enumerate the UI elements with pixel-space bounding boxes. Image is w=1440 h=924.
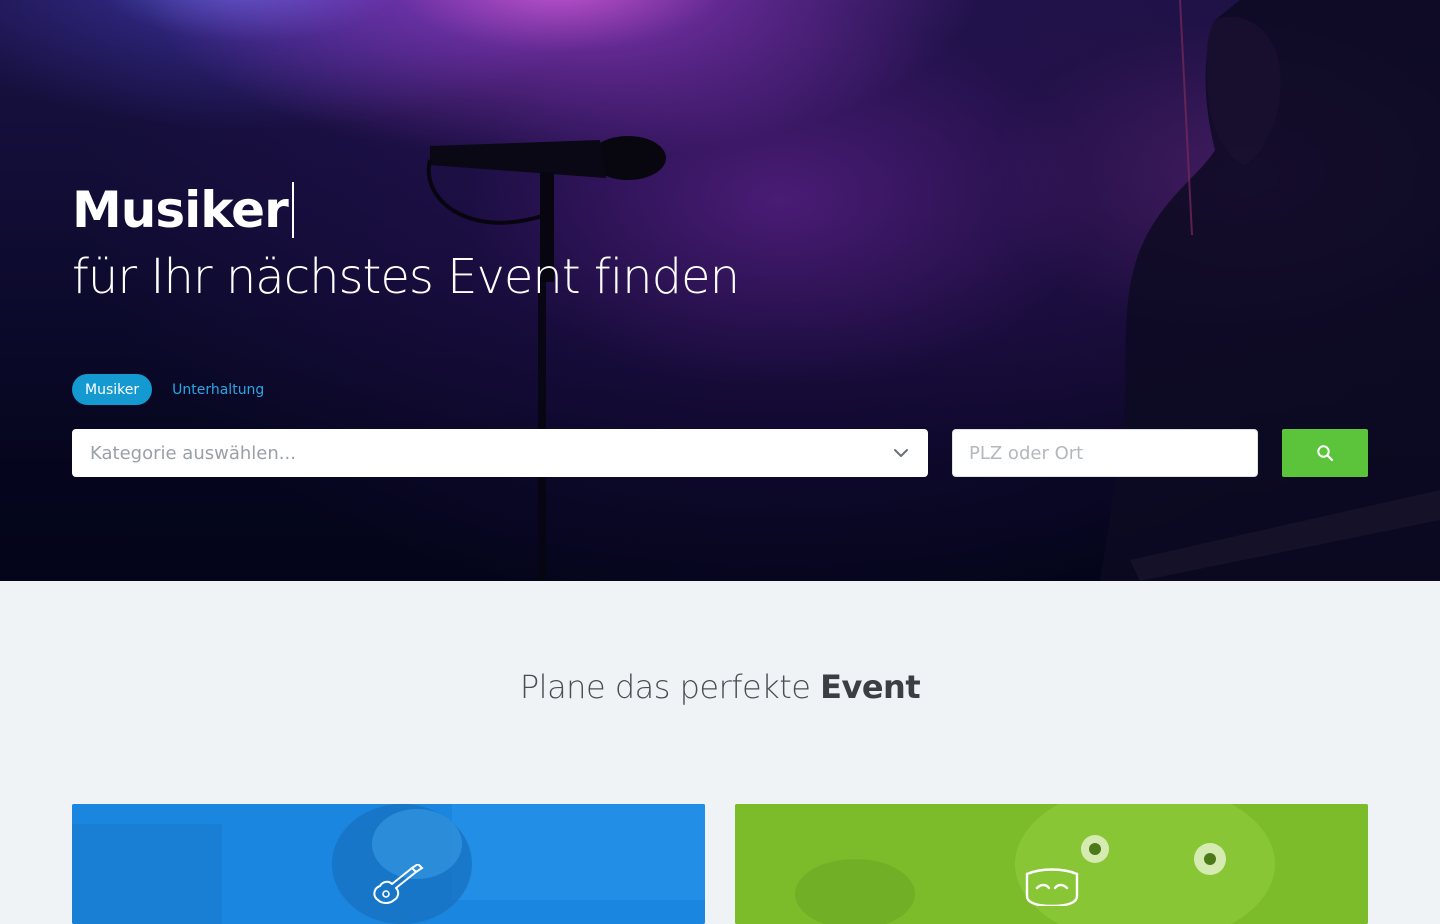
- hero-banner: Musiker für Ihr nächstes Event finden Mu…: [0, 0, 1440, 581]
- section-title: Plane das perfekte Event: [0, 668, 1440, 706]
- category-card-entertainment[interactable]: [735, 804, 1368, 924]
- hero-headline: Musiker für Ihr nächstes Event finden: [72, 176, 740, 308]
- category-dropdown[interactable]: Kategorie auswählen...: [72, 429, 928, 477]
- tab-unterhaltung[interactable]: Unterhaltung: [172, 382, 264, 398]
- section-title-bold: Event: [820, 668, 921, 706]
- mask-icon: [1025, 868, 1079, 906]
- search-type-tabs: Musiker Unterhaltung: [72, 374, 264, 405]
- category-card-music[interactable]: [72, 804, 705, 924]
- section-title-prefix: Plane das perfekte: [519, 668, 811, 706]
- chevron-down-icon: [894, 449, 908, 457]
- location-input[interactable]: [952, 429, 1258, 477]
- card-entertainment-background: [735, 804, 1368, 924]
- search-button[interactable]: [1282, 429, 1368, 477]
- headline-keyword: Musiker: [72, 176, 739, 244]
- category-placeholder: Kategorie auswählen...: [90, 442, 296, 464]
- headline-keyword-text: Musiker: [72, 181, 289, 239]
- typing-cursor: [291, 182, 294, 238]
- search-icon: [1317, 445, 1334, 462]
- tab-musiker[interactable]: Musiker: [72, 374, 153, 405]
- headline-subtitle: für Ihr nächstes Event finden: [72, 249, 740, 305]
- guitar-icon: [373, 864, 424, 904]
